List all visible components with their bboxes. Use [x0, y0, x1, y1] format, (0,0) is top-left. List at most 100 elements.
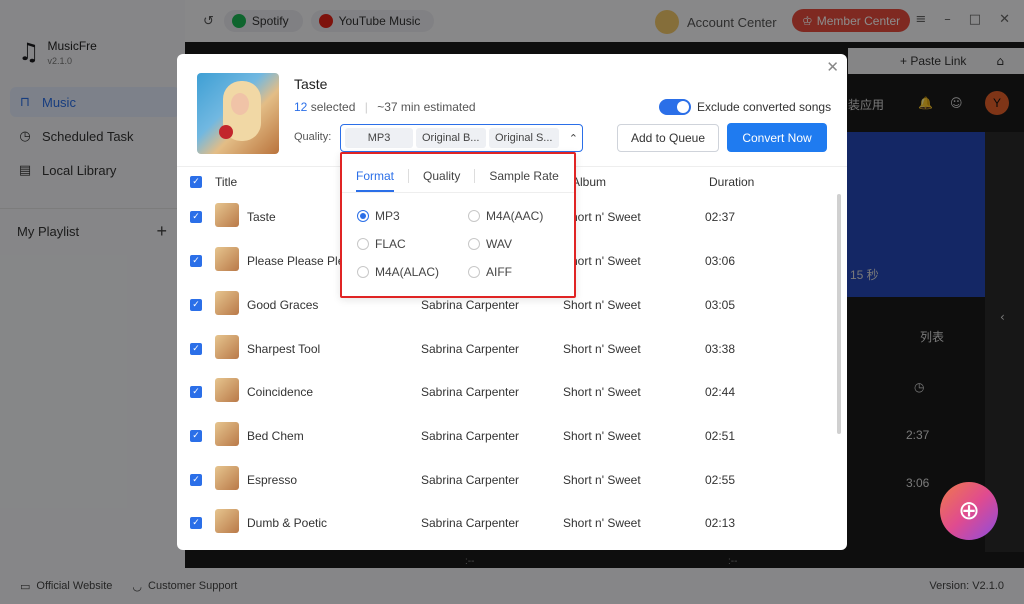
- format-option-m4a-aac[interactable]: M4A(AAC): [468, 209, 543, 223]
- table-row[interactable]: ✓ Dumb & Poetic Sabrina Carpenter Short …: [177, 500, 837, 544]
- album-cover: [197, 73, 279, 154]
- track-title: Taste: [247, 210, 276, 224]
- quality-select[interactable]: MP3 Original B... Original S... ⌃: [340, 124, 583, 152]
- track-album: Short n' Sweet: [563, 429, 641, 443]
- track-title: Coincidence: [247, 385, 314, 399]
- track-artist: Sabrina Carpenter: [421, 429, 520, 443]
- track-thumbnail: [215, 422, 239, 446]
- track-artist: Sabrina Carpenter: [421, 298, 520, 312]
- table-scrollbar[interactable]: [837, 194, 841, 434]
- selected-suffix: selected: [307, 100, 356, 114]
- track-title: Dumb & Poetic: [247, 516, 328, 530]
- track-album: Short n' Sweet: [563, 342, 641, 356]
- track-title: Good Graces: [247, 298, 319, 312]
- dialog-title: Taste: [294, 76, 328, 92]
- table-row[interactable]: ✓ Espresso Sabrina Carpenter Short n' Sw…: [177, 457, 837, 501]
- track-duration: 02:44: [705, 385, 736, 399]
- selection-summary: 12 selected | ~37 min estimated: [294, 100, 476, 114]
- row-checkbox[interactable]: ✓: [190, 255, 202, 267]
- tabs-divider: [342, 192, 574, 193]
- row-checkbox[interactable]: ✓: [190, 386, 202, 398]
- column-title: Title: [215, 175, 238, 189]
- row-checkbox[interactable]: ✓: [190, 299, 202, 311]
- dropdown-tabs: Format Quality Sample Rate: [342, 162, 574, 192]
- track-thumbnail: [215, 291, 239, 315]
- samplerate-chip: Original S...: [489, 128, 559, 148]
- track-album: Short n' Sweet: [563, 298, 641, 312]
- row-checkbox[interactable]: ✓: [190, 343, 202, 355]
- table-row[interactable]: ✓ Bed Chem Sabrina Carpenter Short n' Sw…: [177, 413, 837, 457]
- track-duration: 02:55: [705, 473, 736, 487]
- select-all-checkbox[interactable]: ✓: [190, 176, 202, 188]
- radio[interactable]: [468, 266, 480, 278]
- track-duration: 02:37: [705, 210, 736, 224]
- tab-format[interactable]: Format: [342, 169, 408, 192]
- bitrate-chip: Original B...: [416, 128, 486, 148]
- row-checkbox[interactable]: ✓: [190, 474, 202, 486]
- track-thumbnail: [215, 466, 239, 490]
- format-option-aiff[interactable]: AIFF: [468, 265, 512, 279]
- add-to-queue-button[interactable]: Add to Queue: [617, 124, 719, 152]
- convert-now-button[interactable]: Convert Now: [727, 123, 827, 152]
- toggle-switch[interactable]: [659, 99, 691, 115]
- track-duration: 02:13: [705, 516, 736, 530]
- tab-quality[interactable]: Quality: [409, 169, 474, 183]
- format-chip: MP3: [345, 128, 413, 148]
- exclude-label: Exclude converted songs: [697, 100, 832, 114]
- track-album: Short n' Sweet: [563, 516, 641, 530]
- radio[interactable]: [468, 238, 480, 250]
- track-title: Espresso: [247, 473, 298, 487]
- floating-add-button[interactable]: ⊕: [940, 482, 998, 540]
- column-duration: Duration: [709, 175, 755, 189]
- quality-dropdown: Format Quality Sample Rate MP3 M4A(AAC) …: [340, 152, 576, 298]
- quality-label: Quality:: [294, 131, 332, 143]
- option-label: M4A(AAC): [486, 209, 544, 223]
- format-option-m4a-alac[interactable]: M4A(ALAC): [357, 265, 439, 279]
- track-artist: Sabrina Carpenter: [421, 516, 520, 530]
- option-label: FLAC: [375, 237, 406, 251]
- option-label: MP3: [375, 209, 400, 223]
- table-row[interactable]: ✓ Sharpest Tool Sabrina Carpenter Short …: [177, 326, 837, 370]
- column-album: Album: [572, 175, 607, 189]
- add-music-icon: ⊕: [958, 496, 980, 526]
- track-thumbnail: [215, 378, 239, 402]
- summary-divider: |: [364, 100, 368, 114]
- track-duration: 03:06: [705, 254, 736, 268]
- row-checkbox[interactable]: ✓: [190, 517, 202, 529]
- track-artist: Sabrina Carpenter: [421, 385, 520, 399]
- format-option-wav[interactable]: WAV: [468, 237, 512, 251]
- track-album: Short n' Sweet: [563, 385, 641, 399]
- option-label: AIFF: [486, 265, 512, 279]
- table-row[interactable]: ✓ Coincidence Sabrina Carpenter Short n'…: [177, 369, 837, 413]
- tab-sample-rate[interactable]: Sample Rate: [475, 169, 572, 183]
- format-option-mp3[interactable]: MP3: [357, 209, 400, 223]
- convert-dialog: ✕ Taste 12 selected | ~37 min estimated …: [177, 54, 847, 550]
- track-title: Sharpest Tool: [247, 342, 321, 356]
- row-checkbox[interactable]: ✓: [190, 211, 202, 223]
- radio[interactable]: [468, 210, 480, 222]
- close-icon[interactable]: ✕: [826, 58, 839, 76]
- format-option-flac[interactable]: FLAC: [357, 237, 406, 251]
- track-thumbnail: [215, 247, 239, 271]
- track-thumbnail: [215, 203, 239, 227]
- chevron-up-icon: ⌃: [568, 131, 578, 145]
- option-label: WAV: [486, 237, 512, 251]
- cover-art-accent: [219, 125, 233, 139]
- track-title: Bed Chem: [247, 429, 304, 443]
- track-artist: Sabrina Carpenter: [421, 473, 520, 487]
- radio[interactable]: [357, 238, 369, 250]
- selected-count: 12: [294, 100, 308, 114]
- radio[interactable]: [357, 266, 369, 278]
- radio-selected[interactable]: [357, 210, 369, 222]
- row-checkbox[interactable]: ✓: [190, 430, 202, 442]
- track-album: Short n' Sweet: [563, 473, 641, 487]
- track-thumbnail: [215, 335, 239, 359]
- time-estimate: ~37 min estimated: [377, 100, 476, 114]
- track-duration: 03:38: [705, 342, 736, 356]
- option-label: M4A(ALAC): [375, 265, 440, 279]
- track-duration: 03:05: [705, 298, 736, 312]
- track-duration: 02:51: [705, 429, 736, 443]
- cover-art-face: [231, 93, 249, 115]
- track-artist: Sabrina Carpenter: [421, 342, 520, 356]
- exclude-converted-toggle[interactable]: Exclude converted songs: [659, 99, 831, 115]
